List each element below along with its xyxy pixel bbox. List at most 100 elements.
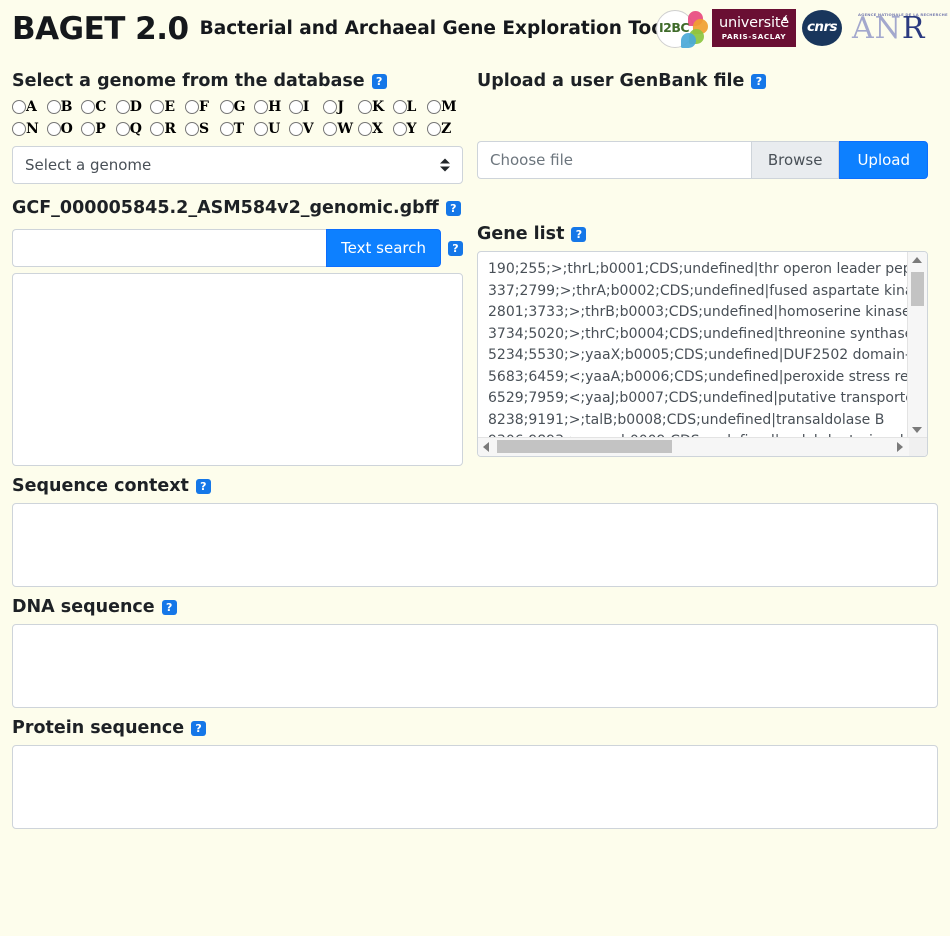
radio-circle-icon[interactable] bbox=[81, 122, 96, 136]
search-results-textarea[interactable] bbox=[12, 273, 463, 466]
radio-circle-icon[interactable] bbox=[115, 100, 130, 114]
upload-button[interactable]: Upload bbox=[839, 141, 928, 179]
gene-list-item[interactable]: 8238;9191;>;talB;b0008;CDS;undefined|tra… bbox=[488, 410, 908, 432]
alphabet-radio-X[interactable]: X bbox=[357, 122, 393, 136]
radio-circle-icon[interactable] bbox=[427, 100, 442, 114]
radio-circle-icon[interactable] bbox=[46, 100, 61, 114]
dna-sequence-textarea[interactable] bbox=[12, 624, 938, 708]
help-icon-dna-sequence[interactable]: ? bbox=[161, 599, 177, 615]
radio-circle-icon[interactable] bbox=[81, 100, 96, 114]
horizontal-scroll-thumb[interactable] bbox=[497, 440, 672, 453]
radio-circle-icon[interactable] bbox=[46, 122, 61, 136]
alphabet-radio-F[interactable]: F bbox=[184, 100, 220, 114]
gene-list-item[interactable]: 3734;5020;>;thrC;b0004;CDS;undefined|thr… bbox=[488, 324, 908, 346]
gene-list-item[interactable]: 5683;6459;<;yaaA;b0006;CDS;undefined|per… bbox=[488, 367, 908, 389]
select-genome-label: Select a genome from the database bbox=[12, 71, 365, 91]
text-search-input[interactable] bbox=[12, 229, 327, 267]
alphabet-radio-H[interactable]: H bbox=[254, 100, 289, 114]
radio-circle-icon[interactable] bbox=[219, 122, 234, 136]
radio-circle-icon[interactable] bbox=[288, 100, 303, 114]
radio-circle-icon[interactable] bbox=[184, 122, 199, 136]
scroll-left-arrow-icon[interactable] bbox=[483, 442, 489, 452]
alphabet-label: G bbox=[233, 99, 246, 115]
alphabet-radio-G[interactable]: G bbox=[219, 99, 255, 115]
radio-circle-icon[interactable] bbox=[150, 100, 165, 114]
gene-list-item[interactable]: 6529;7959;<;yaaJ;b0007;CDS;undefined|put… bbox=[488, 388, 908, 410]
alphabet-label: W bbox=[337, 121, 354, 137]
radio-circle-icon[interactable] bbox=[254, 122, 269, 136]
genome-select-wrapper[interactable]: Select a genome bbox=[12, 146, 463, 184]
radio-circle-icon[interactable] bbox=[392, 122, 407, 136]
help-icon-gene-list[interactable]: ? bbox=[571, 226, 587, 242]
text-search-button[interactable]: Text search bbox=[326, 229, 441, 267]
alphabet-radio-W[interactable]: W bbox=[323, 122, 358, 136]
alphabet-radio-J[interactable]: J bbox=[323, 100, 358, 114]
alphabet-radio-V[interactable]: V bbox=[288, 122, 324, 136]
sequence-context-textarea[interactable] bbox=[12, 503, 938, 587]
alphabet-radio-D[interactable]: D bbox=[115, 100, 151, 114]
scroll-right-arrow-icon[interactable] bbox=[897, 442, 903, 452]
anr-logo-text: ANR bbox=[852, 11, 926, 46]
gene-list-item[interactable]: 337;2799;>;thrA;b0002;CDS;undefined|fuse… bbox=[488, 281, 908, 303]
alphabet-radio-C[interactable]: C bbox=[81, 100, 116, 114]
radio-circle-icon[interactable] bbox=[427, 122, 442, 136]
alphabet-label: S bbox=[198, 121, 210, 137]
scroll-up-arrow-icon[interactable] bbox=[912, 257, 922, 263]
alphabet-radio-B[interactable]: B bbox=[46, 100, 82, 114]
gene-list-horizontal-scrollbar[interactable] bbox=[478, 437, 927, 456]
alphabet-radio-K[interactable]: K bbox=[357, 100, 393, 114]
help-icon-protein-sequence[interactable]: ? bbox=[191, 720, 207, 736]
radio-circle-icon[interactable] bbox=[12, 122, 26, 136]
gene-list-item[interactable]: 190;255;>;thrL;b0001;CDS;undefined|thr o… bbox=[488, 259, 908, 281]
alphabet-radio-I[interactable]: I bbox=[288, 100, 324, 114]
alphabet-radio-E[interactable]: E bbox=[150, 100, 185, 114]
radio-circle-icon[interactable] bbox=[12, 100, 26, 114]
genome-select[interactable]: Select a genome bbox=[12, 146, 463, 184]
radio-circle-icon[interactable] bbox=[392, 100, 407, 114]
radio-circle-icon[interactable] bbox=[150, 122, 165, 136]
alphabet-radio-Q[interactable]: Q bbox=[115, 121, 151, 137]
help-icon-text-search[interactable]: ? bbox=[448, 240, 463, 256]
gene-list-item[interactable]: 5234;5530;>;yaaX;b0005;CDS;undefined|DUF… bbox=[488, 345, 908, 367]
vertical-scroll-thumb[interactable] bbox=[911, 272, 924, 306]
alphabet-radio-O[interactable]: O bbox=[46, 122, 82, 136]
alphabet-radio-R[interactable]: R bbox=[150, 122, 185, 136]
help-icon-upload[interactable]: ? bbox=[751, 73, 767, 89]
radio-circle-icon[interactable] bbox=[357, 100, 372, 114]
alphabet-radio-U[interactable]: U bbox=[254, 122, 289, 136]
radio-circle-icon[interactable] bbox=[323, 100, 338, 114]
radio-circle-icon[interactable] bbox=[357, 122, 372, 136]
alphabet-radio-Y[interactable]: Y bbox=[392, 122, 428, 136]
gene-list-vertical-scrollbar[interactable] bbox=[907, 252, 927, 438]
i2bc-logo: I2BC bbox=[653, 6, 709, 50]
alphabet-radio-T[interactable]: T bbox=[219, 122, 255, 136]
gene-list-item[interactable]: 2801;3733;>;thrB;b0003;CDS;undefined|hom… bbox=[488, 302, 908, 324]
alphabet-label: Q bbox=[129, 121, 142, 137]
help-icon-sequence-context[interactable]: ? bbox=[195, 478, 211, 494]
radio-circle-icon[interactable] bbox=[254, 100, 269, 114]
radio-circle-icon[interactable] bbox=[184, 100, 199, 114]
alphabet-radio-M[interactable]: M bbox=[427, 100, 462, 114]
file-input[interactable]: Choose file bbox=[477, 141, 751, 179]
browse-button[interactable]: Browse bbox=[750, 141, 840, 179]
alphabet-radio-S[interactable]: S bbox=[184, 121, 220, 137]
gene-list-box[interactable]: 190;255;>;thrL;b0001;CDS;undefined|thr o… bbox=[477, 251, 928, 457]
radio-circle-icon[interactable] bbox=[115, 122, 130, 136]
radio-circle-icon[interactable] bbox=[219, 100, 234, 114]
help-icon-genome-file[interactable]: ? bbox=[445, 200, 461, 216]
help-icon-select-genome[interactable]: ? bbox=[371, 73, 387, 89]
alphabet-radio-N[interactable]: N bbox=[12, 122, 47, 136]
cnrs-logo: cnrs bbox=[800, 8, 846, 48]
gene-list-content[interactable]: 190;255;>;thrL;b0001;CDS;undefined|thr o… bbox=[478, 252, 908, 438]
alphabet-radio-P[interactable]: P bbox=[81, 122, 116, 136]
alphabet-radio-group: A B C D E F G H I J K L M N O P Q R S T … bbox=[12, 97, 463, 139]
upload-heading: Upload a user GenBank file ? bbox=[477, 70, 928, 92]
alphabet-radio-Z[interactable]: Z bbox=[427, 122, 462, 136]
alphabet-radio-L[interactable]: L bbox=[392, 100, 428, 114]
scroll-down-arrow-icon[interactable] bbox=[912, 427, 922, 433]
radio-circle-icon[interactable] bbox=[323, 122, 338, 136]
alphabet-radio-A[interactable]: A bbox=[12, 100, 47, 114]
protein-sequence-textarea[interactable] bbox=[12, 745, 938, 829]
alphabet-label: R bbox=[164, 121, 177, 137]
radio-circle-icon[interactable] bbox=[288, 122, 303, 136]
